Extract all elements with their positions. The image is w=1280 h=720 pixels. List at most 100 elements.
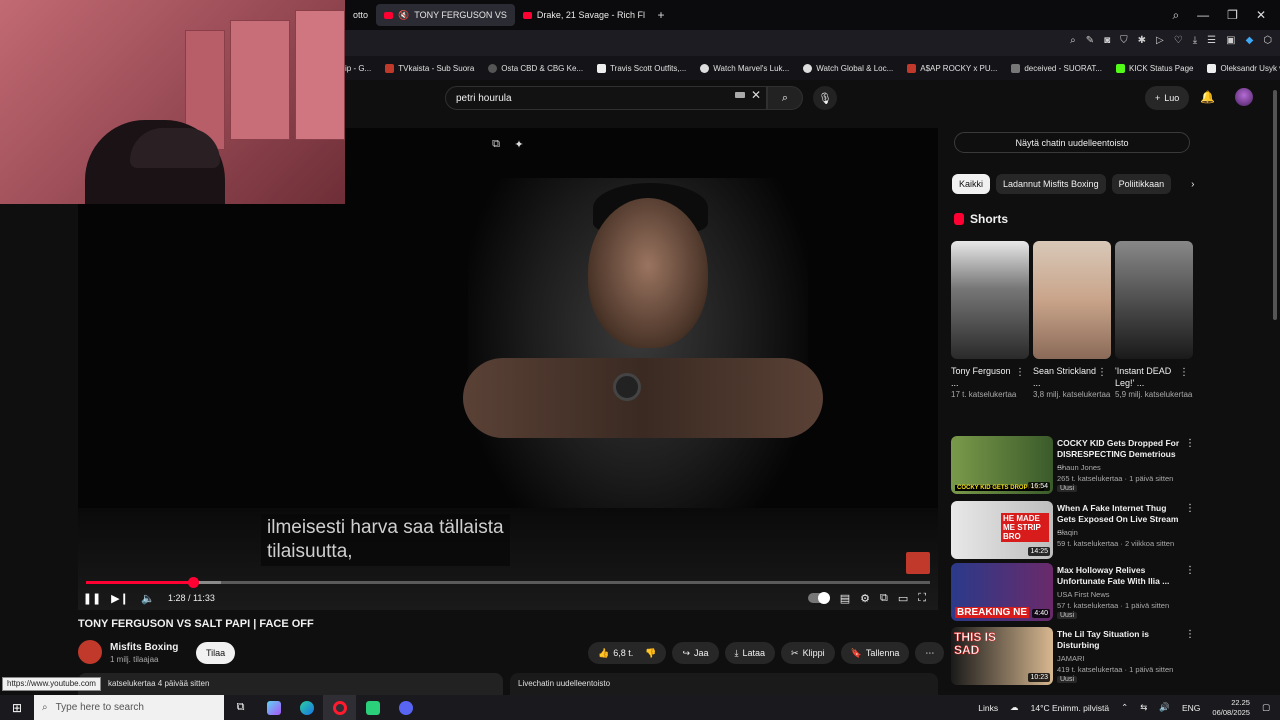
taskbar-app[interactable] — [257, 695, 290, 720]
related-video[interactable]: THIS IS SAD 10:23 The Lil Tay Situation … — [951, 627, 1196, 687]
bookmark[interactable]: KICK Status Page — [1116, 63, 1193, 73]
lock-icon[interactable]: ▣ — [1226, 35, 1235, 46]
new-tab-button[interactable]: + — [653, 8, 669, 22]
volume-icon[interactable]: 🔈 — [134, 592, 162, 605]
progress-bar[interactable] — [86, 577, 930, 588]
search-tabs-icon[interactable]: ⌕ — [1172, 8, 1179, 23]
taskbar-app[interactable] — [356, 695, 389, 720]
language-indicator[interactable]: ENG — [1182, 703, 1200, 713]
links-toolbar[interactable]: Links — [978, 703, 998, 713]
related-video[interactable]: COCKY KID GETS DROPPED! 16:54 COCKY KID … — [951, 436, 1196, 496]
create-button[interactable]: + Luo — [1145, 86, 1190, 110]
channel-avatar[interactable] — [78, 640, 102, 664]
bookmark[interactable]: A$AP ROCKY x PU... — [907, 63, 997, 73]
weather-text[interactable]: 14°C Enimm. pilvistä — [1031, 703, 1110, 713]
subscribe-button[interactable]: Tilaa — [196, 642, 236, 664]
chip-politics[interactable]: Poliitikkaan — [1111, 174, 1172, 194]
video-thumbnail[interactable]: HE MADE ME STRIP BRO 14:25 — [951, 501, 1053, 559]
more-vert-icon[interactable]: ⋮ — [1179, 367, 1189, 378]
extension-icon[interactable]: ✱ — [1138, 35, 1146, 46]
live-chat-replay-bar[interactable]: Livechatin uudelleentoisto — [510, 673, 938, 695]
chevron-right-icon[interactable]: › — [1191, 179, 1194, 190]
more-vert-icon[interactable]: ⋮ — [1185, 503, 1195, 514]
channel-name[interactable]: Misfits Boxing — [110, 642, 178, 653]
short-item[interactable]: Sean Strickland ... 3,8 milj. katseluker… — [1033, 241, 1111, 400]
video-thumbnail[interactable]: BREAKING NE 4:40 — [951, 563, 1053, 621]
task-view-button[interactable]: ⧉ — [224, 695, 257, 720]
notification-icon[interactable]: ▢ — [1262, 702, 1270, 713]
bookmark[interactable]: deceived - SUORAT... — [1011, 63, 1102, 73]
shield-icon[interactable]: ⛉ — [1120, 35, 1128, 46]
miniplayer-icon[interactable]: ⧉ — [489, 138, 503, 152]
camera-icon[interactable]: ◙ — [1104, 35, 1110, 46]
heart-icon[interactable]: ♡ — [1174, 35, 1183, 46]
ambient-mode-icon[interactable]: ✦ — [512, 138, 526, 152]
show-chat-replay-button[interactable]: Näytä chatin uudelleentoisto — [954, 132, 1190, 153]
thumbs-down-icon[interactable]: 👎 — [645, 648, 656, 659]
autoplay-toggle[interactable] — [807, 592, 830, 604]
short-thumbnail[interactable] — [1033, 241, 1111, 359]
related-video[interactable]: BREAKING NE 4:40 Max Holloway Relives Un… — [951, 563, 1196, 623]
zoom-icon[interactable]: ⌕ — [1070, 35, 1076, 46]
taskbar-app[interactable] — [389, 695, 422, 720]
volume-icon[interactable]: 🔊 — [1159, 702, 1170, 713]
more-vert-icon[interactable]: ⋮ — [1185, 438, 1195, 449]
taskbar-app[interactable] — [323, 695, 356, 720]
browser-tab[interactable]: otto — [345, 4, 376, 26]
keyboard-icon[interactable] — [735, 92, 745, 98]
miniplayer-button-icon[interactable]: ⧉ — [880, 592, 888, 605]
sidebar-icon[interactable]: ◆ — [1246, 35, 1254, 46]
chip-all[interactable]: Kaikki — [952, 174, 991, 194]
short-thumbnail[interactable] — [951, 241, 1029, 359]
video-thumbnail[interactable]: THIS IS SAD 10:23 — [951, 627, 1053, 685]
channel-watermark[interactable] — [906, 552, 930, 574]
download-button[interactable]: ⤓ Lataa — [724, 642, 776, 664]
clip-button[interactable]: ✂ Klippi — [781, 642, 835, 664]
settings-gear-icon[interactable]: ⚙ — [860, 592, 870, 605]
short-item[interactable]: Tony Ferguson ... 17 t. katselukertaa ⋮ — [951, 241, 1029, 400]
more-vert-icon[interactable]: ⋮ — [1015, 367, 1025, 378]
more-vert-icon[interactable]: ⋮ — [1185, 565, 1195, 576]
edit-icon[interactable]: ✎ — [1086, 35, 1094, 46]
subtitles-icon[interactable]: ▤ — [840, 592, 850, 605]
related-video[interactable]: HE MADE ME STRIP BRO 14:25 When A Fake I… — [951, 501, 1196, 561]
chip-from-channel[interactable]: Ladannut Misfits Boxing — [996, 174, 1106, 194]
avatar[interactable] — [1235, 88, 1253, 106]
fullscreen-icon[interactable]: ⛶ — [918, 592, 926, 605]
bookmark[interactable]: Travis Scott Outfits,... — [597, 63, 686, 73]
windows-start-icon[interactable]: ⊞ — [0, 701, 34, 715]
search-button[interactable]: ⌕ — [767, 86, 803, 110]
taskbar-search-input[interactable]: ⌕ Type here to search — [34, 695, 224, 720]
search-input[interactable]: petri hourula — [445, 86, 767, 110]
video-thumbnail[interactable]: COCKY KID GETS DROPPED! 16:54 — [951, 436, 1053, 494]
short-item[interactable]: 'Instant DEAD Leg!' ... 5,9 milj. katsel… — [1115, 241, 1193, 400]
browser-tab[interactable]: Drake, 21 Savage - Rich Fl — [515, 4, 653, 26]
scrollbar-thumb[interactable] — [1273, 90, 1277, 320]
bookmark[interactable]: TVkaista - Sub Suora — [385, 63, 474, 73]
theater-mode-icon[interactable]: ▭ — [898, 592, 908, 605]
download-icon[interactable]: ⤓ — [1193, 35, 1197, 46]
share-button[interactable]: ↪ Jaa — [672, 642, 719, 664]
more-vert-icon[interactable]: ⋮ — [1185, 629, 1195, 640]
browser-tab-active[interactable]: 🔇 TONY FERGUSON VS — [376, 4, 515, 26]
clear-search-icon[interactable]: ✕ — [751, 88, 761, 102]
network-icon[interactable]: ⇆ — [1140, 702, 1147, 713]
description-box[interactable]: katselukertaa 4 päivää sitten — [78, 673, 503, 695]
system-clock[interactable]: 22.25 06/08/2025 — [1212, 698, 1250, 718]
bookmark[interactable]: ip - G... — [345, 64, 371, 73]
taskbar-app[interactable] — [290, 695, 323, 720]
like-button[interactable]: 👍 6,8 t. 👎 — [588, 642, 667, 664]
play-icon[interactable]: ▷ — [1156, 35, 1164, 46]
page-scrollbar[interactable] — [1270, 80, 1280, 692]
minimize-icon[interactable]: — — [1197, 8, 1209, 23]
settings-icon[interactable]: ⬡ — [1263, 35, 1272, 46]
save-button[interactable]: 🔖 Tallenna — [840, 642, 910, 664]
next-icon[interactable]: ▶❙ — [106, 592, 134, 605]
bookmark[interactable]: Watch Global & Loc... — [803, 63, 893, 73]
voice-search-button[interactable]: 🎙 — [813, 86, 837, 110]
chevron-up-icon[interactable]: ⌃ — [1121, 702, 1128, 713]
more-vert-icon[interactable]: ⋮ — [1097, 367, 1107, 378]
bookmark[interactable]: Osta CBD & CBG Ke... — [488, 63, 583, 73]
bookmark[interactable]: Oleksandr Usyk vs D... — [1207, 63, 1280, 73]
maximize-icon[interactable]: ❐ — [1227, 8, 1238, 23]
